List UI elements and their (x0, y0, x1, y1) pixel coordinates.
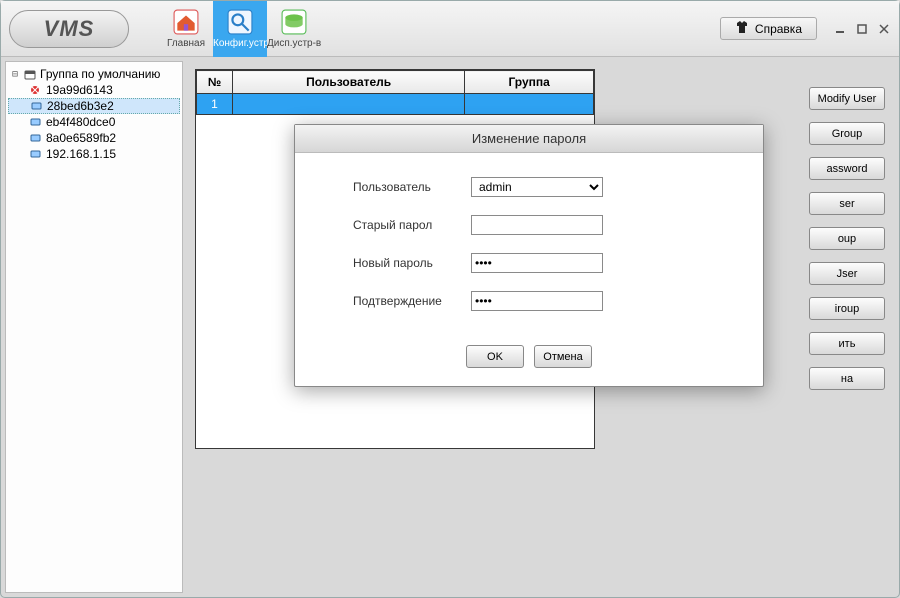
shirt-icon (735, 21, 749, 36)
close-button[interactable] (877, 22, 891, 36)
tree-item-label: 19a99d6143 (46, 83, 113, 97)
expander-icon[interactable]: ⊟ (10, 69, 20, 80)
add-group-button[interactable]: oup (809, 227, 885, 250)
tab-home[interactable]: Главная (159, 1, 213, 57)
delete-user-button[interactable]: Jser (809, 262, 885, 285)
tree-root[interactable]: ⊟ Группа по умолчанию (8, 66, 180, 82)
delete-group-button[interactable]: iroup (809, 297, 885, 320)
help-button[interactable]: Справка (720, 17, 817, 40)
tree-item-label: 192.168.1.15 (46, 147, 116, 161)
tree-item-1[interactable]: 28bed6b3e2 (8, 98, 180, 114)
cancel-button[interactable]: Отмена (534, 345, 592, 368)
tree-item-label: 28bed6b3e2 (47, 99, 114, 113)
modify-password-button[interactable]: assword (809, 157, 885, 180)
maximize-button[interactable] (855, 22, 869, 36)
group-icon (24, 69, 36, 80)
tree-item-label: eb4f480dce0 (46, 115, 115, 129)
cell-user (233, 94, 465, 115)
dialog-body: Пользователь admin Старый парол Новый па… (295, 153, 763, 345)
device-icon (30, 149, 42, 160)
close-panel-button[interactable]: на (809, 367, 885, 390)
tab-bar: Главная Конфиг.устр-ва Дисп.устр-в (159, 1, 321, 57)
cell-group (465, 94, 594, 115)
window-controls (833, 22, 891, 36)
tab-config-label: Конфиг.устр-ва (213, 38, 267, 49)
ok-button[interactable]: OK (466, 345, 524, 368)
help-label: Справка (755, 22, 802, 36)
user-select[interactable]: admin (471, 177, 603, 197)
device-icon (30, 133, 42, 144)
old-password-input[interactable] (471, 215, 603, 235)
tree-item-label: 8a0e6589fb2 (46, 131, 116, 145)
tree-root-label: Группа по умолчанию (40, 67, 160, 81)
col-num[interactable]: № (197, 71, 233, 94)
toolbar: VMS Главная Конфиг.устр-ва Дисп.устр-в (1, 1, 899, 57)
tree-item-2[interactable]: eb4f480dce0 (8, 114, 180, 130)
config-icon (226, 8, 254, 36)
cell-num: 1 (197, 94, 233, 115)
confirm-password-label: Подтверждение (353, 294, 471, 308)
confirm-password-input[interactable] (471, 291, 603, 311)
modify-user-button[interactable]: Modify User (809, 87, 885, 110)
old-password-label: Старый парол (353, 218, 471, 232)
change-password-dialog: Изменение пароля Пользователь admin Стар… (294, 124, 764, 387)
tab-config[interactable]: Конфиг.устр-ва (213, 1, 267, 57)
add-user-button[interactable]: ser (809, 192, 885, 215)
app-window: VMS Главная Конфиг.устр-ва Дисп.устр-в (0, 0, 900, 598)
col-user[interactable]: Пользователь (233, 71, 465, 94)
tree-item-4[interactable]: 192.168.1.15 (8, 146, 180, 162)
col-group[interactable]: Группа (465, 71, 594, 94)
tree-item-3[interactable]: 8a0e6589fb2 (8, 130, 180, 146)
device-icon (30, 117, 42, 128)
new-password-label: Новый пароль (353, 256, 471, 270)
dialog-footer: OK Отмена (295, 345, 763, 386)
action-buttons: Modify User Group assword ser oup Jser i… (809, 87, 885, 390)
disp-icon (280, 8, 308, 36)
device-icon (31, 101, 43, 112)
apply-button[interactable]: ить (809, 332, 885, 355)
dialog-title: Изменение пароля (295, 125, 763, 153)
device-tree: ⊟ Группа по умолчанию 19a99d6143 28bed6b… (5, 61, 183, 593)
tab-disp-label: Дисп.устр-в (267, 38, 321, 49)
toolbar-right: Справка (720, 17, 891, 40)
tree-item-0[interactable]: 19a99d6143 (8, 82, 180, 98)
home-icon (172, 8, 200, 36)
user-label: Пользователь (353, 180, 471, 194)
modify-group-button[interactable]: Group (809, 122, 885, 145)
new-password-input[interactable] (471, 253, 603, 273)
minimize-button[interactable] (833, 22, 847, 36)
tab-disp[interactable]: Дисп.устр-в (267, 1, 321, 57)
tab-home-label: Главная (167, 38, 205, 49)
table-row[interactable]: 1 (197, 94, 594, 115)
app-logo-text: VMS (44, 16, 95, 42)
app-logo: VMS (9, 10, 129, 48)
users-table: № Пользователь Группа 1 (196, 70, 594, 115)
device-icon-offline (30, 85, 42, 96)
